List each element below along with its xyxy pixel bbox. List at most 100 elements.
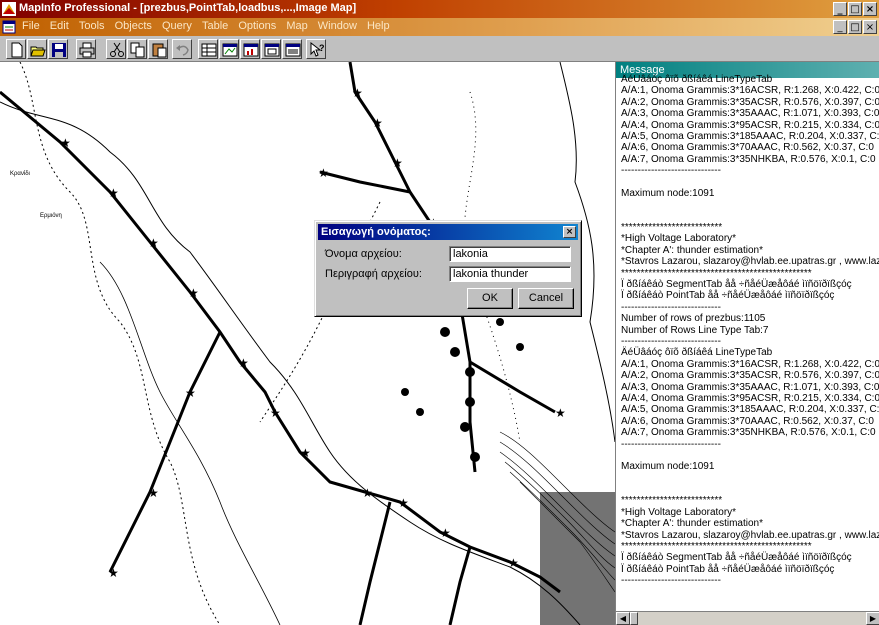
message-line: A/A:1, Onoma Grammis:3*16ACSR, R:1.268, … (621, 358, 879, 370)
scroll-thumb[interactable] (630, 612, 638, 625)
toolbar-file-group (6, 39, 69, 59)
map-label-ermioni: Ερμιόνη (40, 212, 62, 219)
message-line: *High Voltage Laboratory* (621, 233, 737, 245)
close-button[interactable]: × (863, 2, 877, 16)
message-line: *Chapter A': thunder estimation* (621, 244, 763, 256)
window-controls: _ □ × (832, 2, 877, 16)
save-icon (52, 43, 66, 57)
doc-minimize-button[interactable]: _ (833, 20, 847, 34)
menu-help[interactable]: Help (367, 20, 390, 32)
message-line: ÄéÜâáóç ôïõ ðßíáêá LineTypeTab (621, 347, 773, 359)
message-line: *Stavros Lazarou, slazaroy@hvlab.ee.upat… (621, 529, 879, 541)
message-line: Ï ðßíáêáò PointTab åå ÷ñåéÜæåôáé ìïñöïðï… (621, 563, 835, 575)
description-input[interactable] (449, 266, 571, 282)
minimize-button[interactable]: _ (833, 2, 847, 16)
power-line-main (0, 90, 561, 594)
svg-text:★: ★ (238, 356, 249, 370)
restore-button[interactable]: □ (848, 2, 862, 16)
new-mapper-button[interactable] (219, 39, 239, 59)
message-line: ÄéÜâáóç ôïõ ðßíáêá LineTypeTab (621, 74, 773, 85)
message-line: ************************** (621, 222, 723, 234)
message-line: *Chapter A': thunder estimation* (621, 518, 763, 530)
message-line: Number of Rows Line Type Tab:7 (621, 324, 769, 336)
map-window[interactable]: ★★★ ★★★ ★★★ ★★★ ★★★ ★★★ ★★★ Κρανίδι Ερμι… (0, 62, 615, 625)
toolbar-edit-group (106, 39, 169, 59)
scroll-left-icon[interactable]: ◀ (616, 612, 630, 625)
mapinfo-app-icon[interactable] (2, 2, 16, 16)
toolbar-help-group: ? (306, 39, 327, 59)
svg-text:★: ★ (108, 566, 119, 580)
new-browser-icon (201, 43, 217, 57)
ok-button[interactable]: OK (467, 288, 513, 309)
undo-button[interactable] (172, 39, 192, 59)
title-bar[interactable]: MapInfo Professional - [prezbus,PointTab… (0, 0, 879, 18)
menu-map[interactable]: Map (286, 20, 307, 32)
scroll-right-icon[interactable]: ▶ (866, 612, 879, 625)
dialog-title-bar[interactable]: Εισαγωγή ονόματος: × (318, 224, 578, 240)
new-table-button[interactable] (6, 39, 26, 59)
svg-text:★: ★ (392, 156, 403, 170)
menu-table[interactable]: Table (202, 20, 228, 32)
message-line: A/A:6, Onoma Grammis:3*70AAAC, R:0.562, … (621, 415, 874, 427)
message-body[interactable]: ÄéÜâáóç ôïõ ðßíáêá LineTypeTab A/A:1, Ono… (616, 74, 879, 607)
svg-text:★: ★ (148, 486, 159, 500)
new-layout-icon (264, 43, 280, 57)
coastline (0, 101, 581, 625)
save-table-button[interactable] (48, 39, 68, 59)
filename-input[interactable] (449, 246, 571, 262)
menu-tools[interactable]: Tools (79, 20, 105, 32)
paste-button[interactable] (148, 39, 168, 59)
help-pointer-icon: ? (310, 42, 325, 57)
dialog-close-button[interactable]: × (563, 226, 576, 238)
message-line: A/A:4, Onoma Grammis:3*95ACSR, R:0.215, … (621, 392, 879, 404)
svg-text:★: ★ (148, 236, 159, 250)
menu-query[interactable]: Query (162, 20, 192, 32)
svg-text:★: ★ (372, 116, 383, 130)
menu-objects[interactable]: Objects (115, 20, 152, 32)
map-canvas[interactable]: ★★★ ★★★ ★★★ ★★★ ★★★ ★★★ ★★★ Κρανίδι Ερμι… (0, 62, 615, 625)
new-layout-button[interactable] (261, 39, 281, 59)
power-line-south (358, 501, 472, 625)
toolbar-print-group (76, 39, 97, 59)
doc-restore-button[interactable]: □ (848, 20, 862, 34)
svg-text:★: ★ (185, 386, 196, 400)
paste-icon (152, 43, 167, 58)
message-line: A/A:7, Onoma Grammis:3*35NHKBA, R:0.576,… (621, 427, 876, 439)
doc-close-button[interactable]: × (863, 20, 877, 34)
new-mapper-icon (222, 43, 238, 57)
message-line: Ï ðßíáêáò SegmentTab åå ÷ñåéÜæåôáé ìïñöï… (621, 552, 852, 564)
river (99, 261, 281, 625)
menu-edit[interactable]: Edit (50, 20, 69, 32)
message-line: ------------------------------ (621, 301, 721, 313)
message-window[interactable]: Message ÄéÜâáóç ôïõ ðßíáêá LineTypeTab A/… (615, 62, 879, 625)
open-icon (30, 46, 46, 57)
message-line: A/A:5, Onoma Grammis:3*185AAAC, R:0.204,… (621, 404, 879, 416)
print-button[interactable] (76, 39, 96, 59)
menu-file[interactable]: File (22, 20, 40, 32)
message-line (621, 484, 879, 495)
menu-options[interactable]: Options (238, 20, 276, 32)
copy-button[interactable] (127, 39, 147, 59)
cancel-button[interactable]: Cancel (518, 288, 574, 309)
new-grapher-button[interactable] (240, 39, 260, 59)
menu-window[interactable]: Window (318, 20, 357, 32)
dense-contour-area (540, 492, 615, 625)
message-line: A/A:6, Onoma Grammis:3*70AAAC, R:0.562, … (621, 142, 874, 154)
message-line: A/A:5, Onoma Grammis:3*185AAAC, R:0.204,… (621, 130, 879, 142)
new-browser-button[interactable] (198, 39, 218, 59)
help-pointer-button[interactable]: ? (306, 39, 326, 59)
dialog-title: Εισαγωγή ονόματος: (321, 226, 431, 238)
message-line: A/A:2, Onoma Grammis:3*35ACSR, R:0.576, … (621, 96, 879, 108)
open-table-button[interactable] (27, 39, 47, 59)
message-horizontal-scrollbar[interactable]: ◀ ▶ (616, 611, 879, 625)
message-line: ------------------------------ (621, 165, 721, 177)
svg-text:★: ★ (318, 166, 329, 180)
message-line: A/A:7, Onoma Grammis:3*35NHKBA, R:0.576,… (621, 153, 876, 165)
cut-button[interactable] (106, 39, 126, 59)
power-line-west (108, 331, 222, 573)
menu-list: File Edit Tools Objects Query Table Opti… (22, 20, 397, 32)
message-line: ****************************************… (621, 267, 812, 279)
menu-bar: File Edit Tools Objects Query Table Opti… (0, 18, 879, 36)
document-icon[interactable] (2, 20, 16, 34)
new-redistrict-button[interactable] (282, 39, 302, 59)
